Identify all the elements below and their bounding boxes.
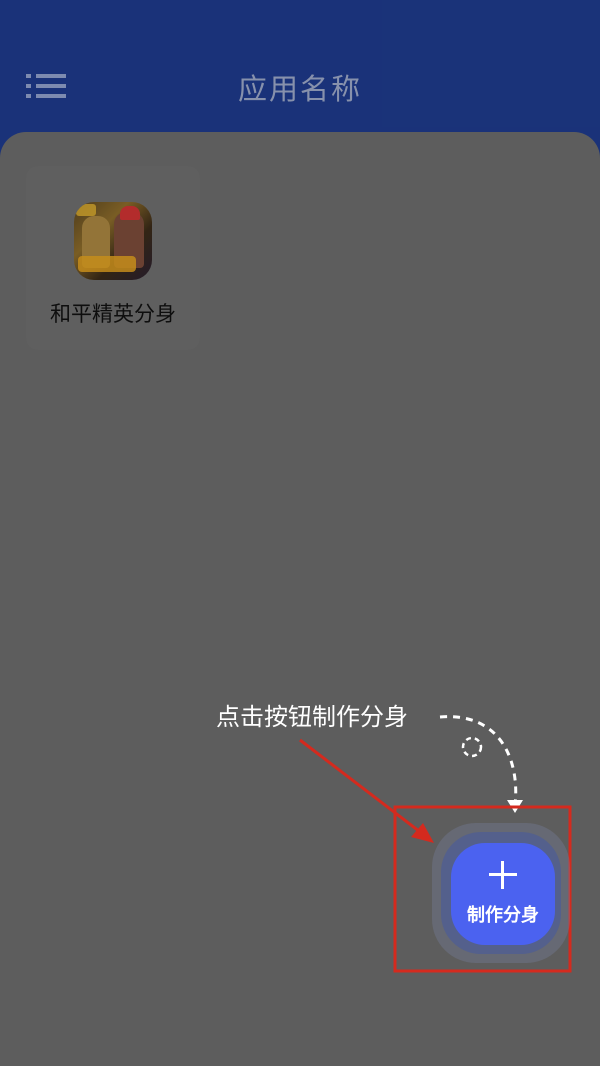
red-arrow-line [299, 738, 429, 840]
app-root: 应用名称 和平精英分身 点击按钮制作分身 制作分身 [0, 0, 600, 1066]
create-clone-label: 制作分身 [467, 905, 539, 926]
dashed-curve-arrow [439, 715, 518, 806]
dashed-loop [461, 736, 483, 758]
create-clone-button[interactable]: 制作分身 [451, 843, 555, 945]
plus-icon [489, 861, 517, 889]
